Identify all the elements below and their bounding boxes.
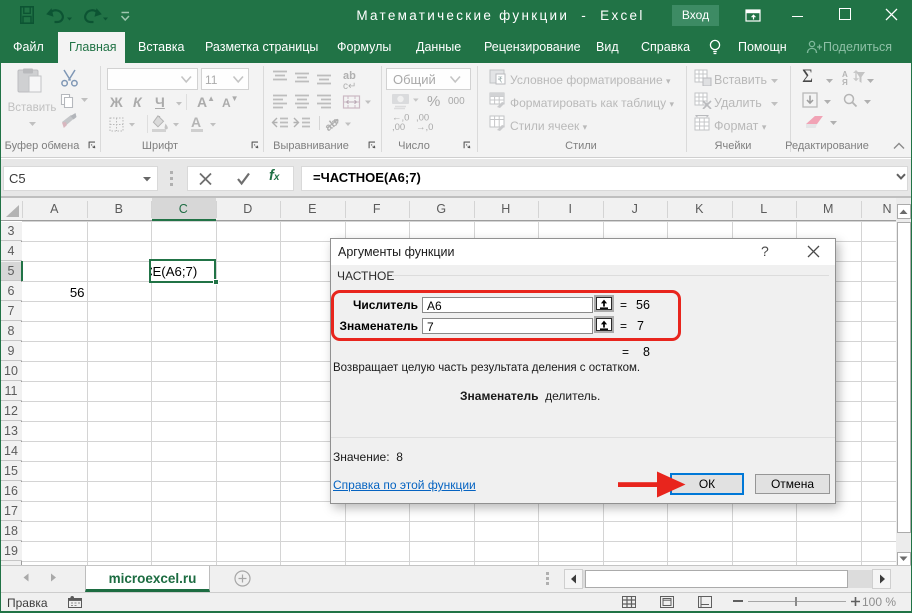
svg-text:000: 000 bbox=[448, 96, 465, 107]
svg-text:,00: ,00 bbox=[392, 122, 405, 133]
svg-text:→,0: →,0 bbox=[416, 122, 433, 133]
svg-text:Я: Я bbox=[842, 78, 848, 85]
svg-text:₹: ₹ bbox=[498, 76, 503, 85]
svg-text:c↵: c↵ bbox=[343, 81, 356, 92]
svg-text:%: % bbox=[427, 93, 440, 110]
